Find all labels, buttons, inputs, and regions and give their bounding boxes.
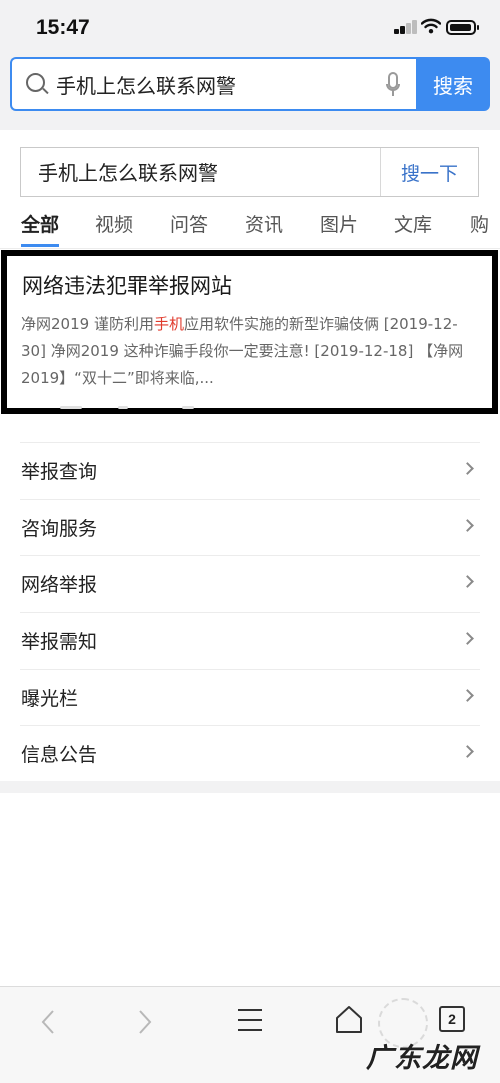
back-arrow-icon[interactable] [40,1009,56,1035]
list-item-label: 咨询服务 [21,518,98,540]
active-tab-indicator [21,244,59,247]
list-item-label: 网络举报 [21,574,98,596]
chevron-right-icon [461,689,474,702]
result-description: 净网2019 谨防利用手机应用软件实施的新型诈骗伎俩 [2019-12-30] … [21,311,481,392]
result-title[interactable]: 网络违法犯罪举报网站 [22,270,232,300]
desc-highlight: 手机 [153,315,184,333]
divider [20,725,480,726]
list-item-report-notice[interactable]: 举报需知 [0,612,500,668]
forward-arrow-icon[interactable] [137,1009,153,1035]
divider [0,248,500,249]
page-search-button[interactable]: 搜一下 [381,148,478,196]
divider [20,669,480,670]
tab-qa[interactable]: 问答 [170,210,208,237]
tab-video[interactable]: 视频 [95,210,133,237]
magnifier-icon [26,73,45,92]
list-item-label: 举报需知 [21,631,98,653]
divider [20,612,480,613]
list-item-label: 曝光栏 [21,688,79,710]
home-icon[interactable] [334,1004,364,1034]
divider [20,442,480,443]
tab-shopping[interactable]: 购 [470,210,489,237]
browser-search-button[interactable]: 搜索 [416,57,490,111]
chevron-right-icon [461,462,474,475]
watermark-text: 广东龙网 [366,1043,478,1074]
chevron-right-icon [461,519,474,532]
result-source-line [60,404,200,412]
chevron-right-icon [461,575,474,588]
section-divider [0,781,500,793]
list-item-report-query[interactable]: 举报查询 [0,442,500,498]
tab-images[interactable]: 图片 [320,210,358,237]
microphone-icon[interactable] [386,72,400,98]
browser-search-query: 手机上怎么联系网警 [56,74,236,98]
divider [20,555,480,556]
tab-news[interactable]: 资讯 [245,210,283,237]
tab-all[interactable]: 全部 [21,210,59,237]
divider [20,499,480,500]
cellular-signal-icon [394,20,417,34]
tab-library[interactable]: 文库 [394,210,432,237]
desc-text: 净网2019 谨防利用 [21,315,154,333]
tabs-icon[interactable]: 2 [439,1006,465,1032]
list-item-announcements[interactable]: 信息公告 [0,725,500,781]
list-item-consulting[interactable]: 咨询服务 [0,499,500,555]
chevron-right-icon [461,745,474,758]
list-item-label: 信息公告 [21,744,98,766]
list-item-exposure[interactable]: 曝光栏 [0,669,500,725]
list-item-online-report[interactable]: 网络举报 [0,555,500,611]
list-item-label: 举报查询 [21,461,98,483]
page-search-query: 手机上怎么联系网警 [38,161,218,185]
status-time: 15:47 [36,16,90,39]
chevron-right-icon [461,632,474,645]
wifi-icon [421,18,441,34]
battery-icon [446,20,479,35]
menu-icon[interactable] [237,1007,263,1033]
